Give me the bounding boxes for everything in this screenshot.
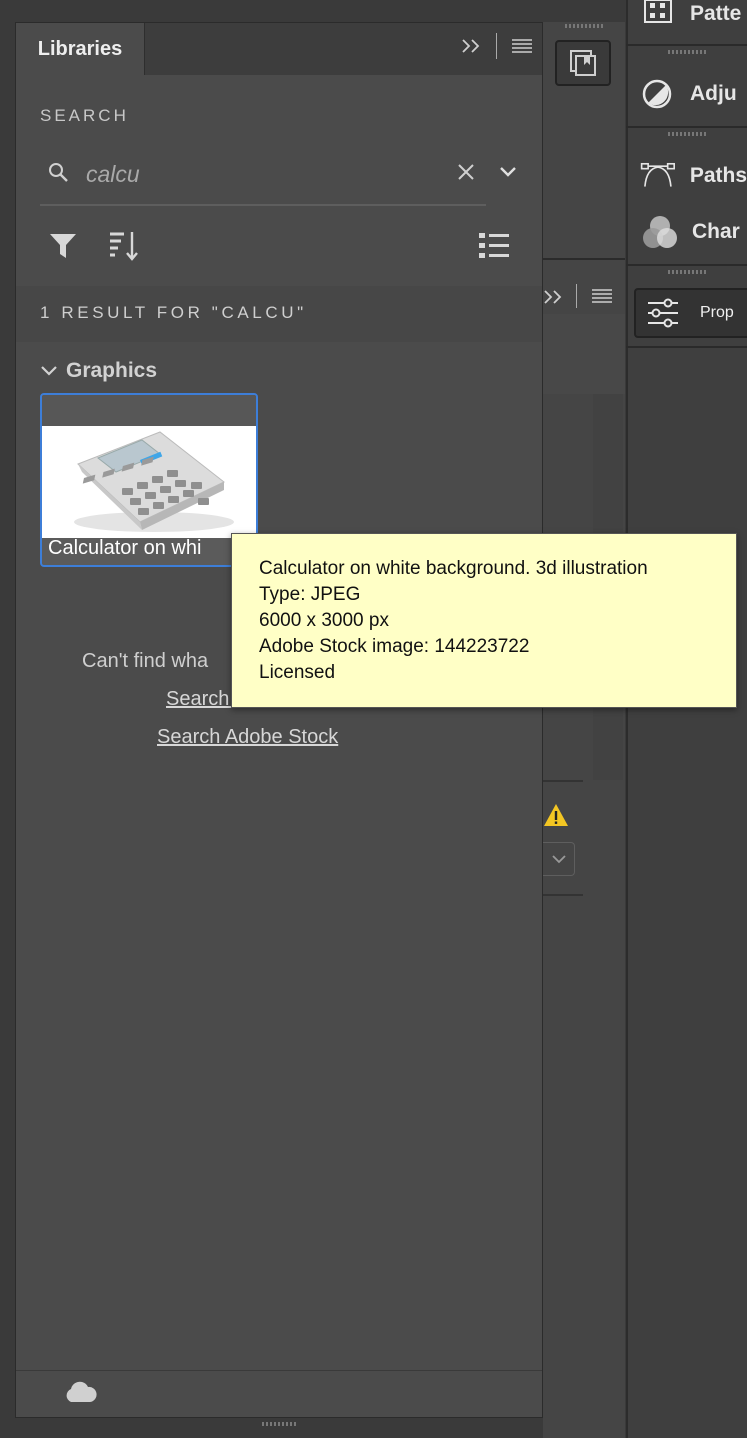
- dock-line: [543, 894, 583, 896]
- paths-icon: [640, 162, 675, 187]
- panel-menu-icon[interactable]: [511, 38, 533, 54]
- patterns-icon: [644, 0, 672, 23]
- dock-item-channels[interactable]: Char: [640, 212, 747, 252]
- divider: [496, 33, 497, 59]
- dock-item-label: Adju: [690, 82, 737, 105]
- panel-resize-grip[interactable]: [262, 1422, 298, 1426]
- search-icon: [49, 163, 68, 182]
- calculator-thumbnail: [42, 426, 256, 538]
- cloud-icon[interactable]: [63, 1381, 97, 1403]
- tab-label: Libraries: [37, 37, 123, 60]
- libraries-dock-button[interactable]: [555, 40, 611, 86]
- calculator-image: [74, 431, 234, 532]
- chevron-down-icon: [41, 366, 57, 376]
- dock-subheader: [543, 280, 625, 314]
- group-header-graphics[interactable]: Graphics: [40, 356, 157, 386]
- sort-icon[interactable]: [108, 230, 140, 262]
- dock-divider: [543, 258, 625, 260]
- dock-line: [543, 780, 583, 782]
- libraries-icon: [570, 50, 596, 76]
- dock-item-label: Paths: [689, 164, 747, 187]
- graphic-item-card[interactable]: Calculator on whi: [40, 393, 258, 567]
- panel-footer: [16, 1370, 542, 1417]
- collapse-icon[interactable]: [543, 288, 567, 306]
- dock-item-label: Patte: [690, 2, 742, 25]
- dropdown-button[interactable]: [543, 842, 575, 876]
- dock-grip[interactable]: [668, 270, 706, 274]
- dock-item-properties[interactable]: Prop: [634, 288, 747, 338]
- tooltip-license: Licensed: [259, 662, 336, 683]
- dock-item-patterns[interactable]: Patte: [640, 0, 747, 28]
- dock-top-strip: [543, 0, 625, 22]
- dock-item-paths[interactable]: Paths: [640, 156, 747, 196]
- tooltip-dimensions: 6000 x 3000 px: [259, 610, 389, 631]
- search-input[interactable]: [84, 158, 448, 190]
- card-header: [42, 395, 256, 426]
- dock-separator: [626, 126, 747, 128]
- dock-grip[interactable]: [668, 50, 706, 54]
- libraries-panel: [15, 22, 543, 1418]
- menu-icon[interactable]: [591, 288, 613, 304]
- collapse-icon[interactable]: [461, 37, 485, 55]
- dock-separator: [626, 44, 747, 46]
- dock-separator: [626, 346, 747, 348]
- search-field: [40, 148, 486, 206]
- group-label: Graphics: [66, 359, 158, 382]
- filter-icon[interactable]: [49, 233, 77, 259]
- tab-libraries[interactable]: Libraries: [16, 23, 145, 75]
- item-caption: Calculator on whi: [48, 537, 202, 559]
- dock-separator: [626, 264, 747, 266]
- dock-item-label: Char: [692, 220, 740, 243]
- result-count: 1 RESULT FOR "CALCU": [40, 303, 307, 322]
- tooltip-type: Type: JPEG: [259, 584, 361, 605]
- tooltip-stock-id: Adobe Stock image: 144223722: [259, 636, 530, 657]
- dock-grip[interactable]: [565, 24, 603, 28]
- divider: [576, 284, 577, 308]
- dock-item-label: Prop: [700, 304, 734, 321]
- warning-icon: [544, 804, 568, 826]
- chevron-down-icon: [551, 855, 566, 864]
- help-text: Can't find wha: [82, 650, 209, 672]
- search-label: SEARCH: [40, 106, 129, 125]
- channels-icon: [643, 216, 677, 248]
- tooltip-title: Calculator on white background. 3d illus…: [259, 558, 648, 579]
- clear-search-icon[interactable]: [456, 162, 476, 182]
- list-view-icon[interactable]: [479, 232, 509, 260]
- dock-section: [543, 314, 625, 394]
- dock-grip[interactable]: [668, 132, 706, 136]
- adjustments-icon: [642, 79, 672, 109]
- item-tooltip: Calculator on white background. 3d illus…: [231, 533, 737, 708]
- properties-icon: [648, 298, 678, 328]
- chevron-down-icon[interactable]: [499, 166, 517, 178]
- search-adobe-stock-link[interactable]: Search Adobe Stock: [157, 726, 338, 749]
- dock-item-adjustments[interactable]: Adju: [640, 74, 747, 114]
